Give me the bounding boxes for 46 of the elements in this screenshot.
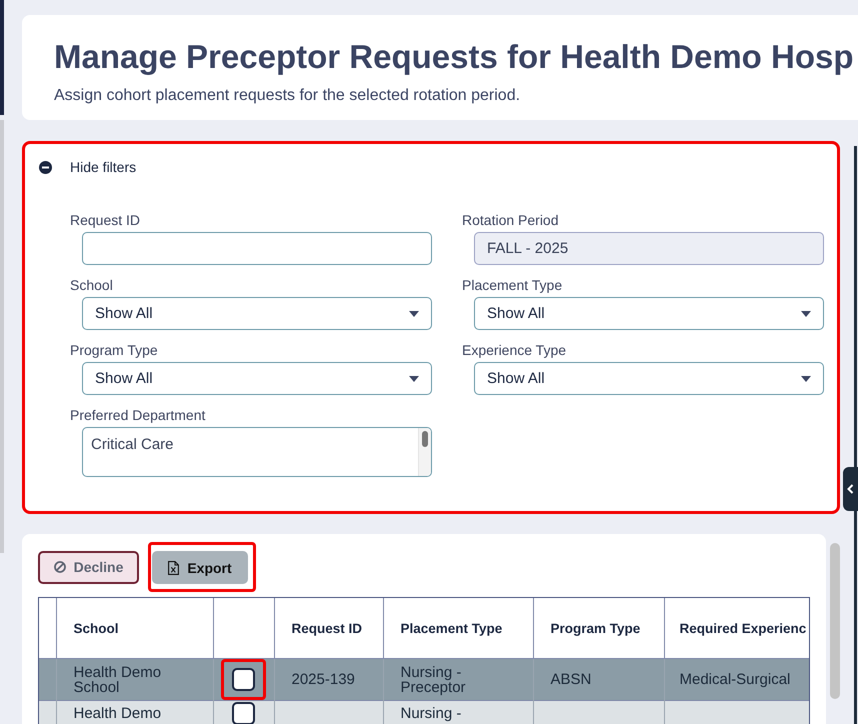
filter-toggle[interactable]: Hide filters xyxy=(39,158,136,176)
caret-icon xyxy=(409,376,419,382)
column-header[interactable]: School xyxy=(56,598,213,658)
column-header[interactable]: Placement Type xyxy=(383,598,533,658)
table-cell: 2025-139 xyxy=(274,658,383,700)
chevron-left-icon xyxy=(847,484,854,494)
export-button[interactable]: Export xyxy=(152,551,248,584)
field-label: Placement Type xyxy=(462,276,564,295)
prohibited-icon xyxy=(54,561,66,573)
checkbox[interactable] xyxy=(232,702,255,724)
scrollbar-thumb[interactable] xyxy=(0,120,4,553)
caret-icon xyxy=(801,310,811,316)
caret-icon xyxy=(409,310,419,316)
scrollbar-thumb[interactable] xyxy=(422,431,428,447)
checkbox[interactable] xyxy=(232,668,255,691)
scrollbar-thumb[interactable] xyxy=(830,543,840,699)
table-cell: ABSN xyxy=(533,658,664,700)
field-label: Experience Type xyxy=(462,341,568,360)
table-cell: Health Demo School xyxy=(56,658,213,700)
spreadsheet-file-icon xyxy=(168,560,180,574)
table-cell: Nursing - xyxy=(383,700,533,724)
dropdown[interactable]: Show All xyxy=(82,297,432,330)
listbox[interactable]: Critical Care xyxy=(82,427,432,477)
collapse-tab[interactable] xyxy=(843,467,858,511)
column-header[interactable]: Request ID xyxy=(274,598,383,658)
field-label: Request ID xyxy=(70,211,142,230)
field-label: School xyxy=(70,276,114,295)
page-subtitle: Assign cohort placement requests for the selected rotation period. xyxy=(54,86,522,106)
field-label: Rotation Period xyxy=(462,211,560,230)
dropdown[interactable]: Show All xyxy=(474,297,824,330)
table-cell: Nursing - Preceptor xyxy=(383,658,533,700)
field-label: Preferred Department xyxy=(70,406,206,425)
table-row[interactable]: Health Demo School 2025-139 Nursing - Preceptor ABSN Medical-Surgical xyxy=(39,658,809,700)
column-header[interactable]: Program Type xyxy=(533,598,664,658)
dropdown[interactable]: Show All xyxy=(82,362,432,395)
table-cell: Health Demo xyxy=(56,700,213,724)
dropdown[interactable]: Show All xyxy=(474,362,824,395)
table-row[interactable]: Health Demo Nursing - xyxy=(39,700,809,724)
list-option[interactable]: Critical Care xyxy=(91,435,410,455)
column-header[interactable]: Required Experienc xyxy=(664,598,809,658)
field-label: Program Type xyxy=(70,341,159,360)
scrollbar-track[interactable] xyxy=(418,428,431,476)
text-field[interactable] xyxy=(82,232,432,265)
table-cell: Medical-Surgical xyxy=(664,658,809,700)
caret-icon xyxy=(801,376,811,382)
page-title: Manage Preceptor Requests for Health Demo Hosp xyxy=(54,37,855,77)
